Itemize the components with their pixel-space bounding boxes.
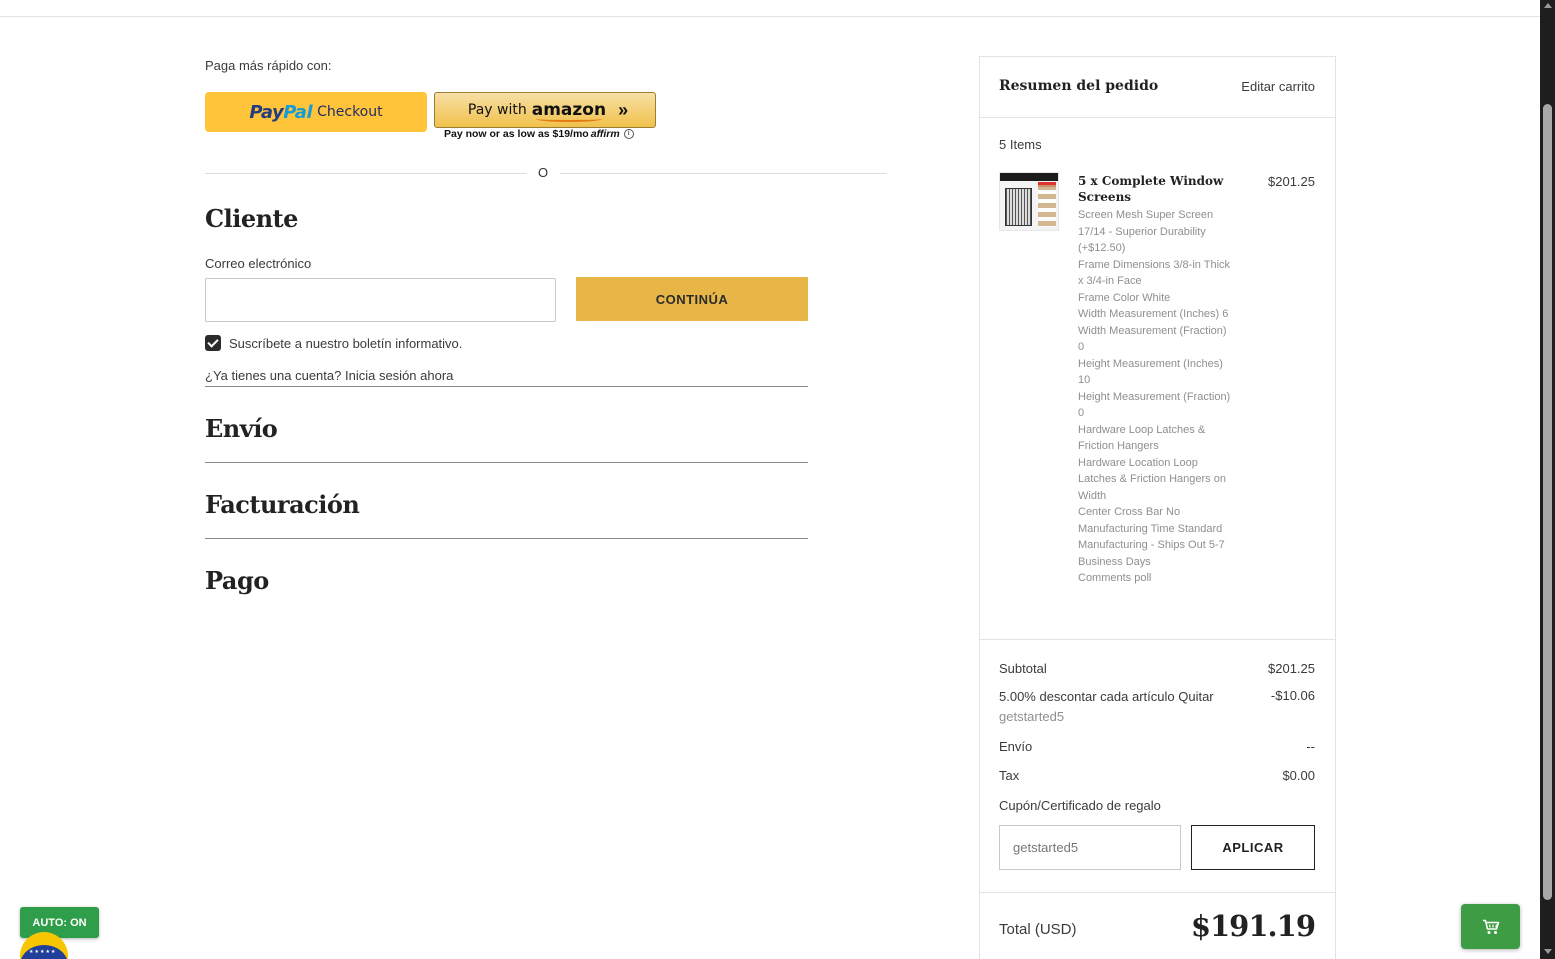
- subtotal-value: $201.25: [1268, 661, 1315, 676]
- paypal-logo: PayPal: [249, 101, 313, 123]
- scroll-down-arrow-icon[interactable]: [1544, 949, 1552, 954]
- product-options: Screen Mesh Super Screen 17/14 - Superio…: [1078, 207, 1233, 587]
- divider-line-right: [560, 173, 887, 174]
- subtotal-label: Subtotal: [999, 661, 1047, 676]
- apply-coupon-button[interactable]: APLICAR: [1191, 825, 1315, 870]
- shipping-section-divider: [205, 462, 808, 463]
- email-label: Correo electrónico: [205, 256, 312, 271]
- signin-prompt: ¿Ya tienes una cuenta? Inicia sesión aho…: [205, 368, 453, 383]
- product-option: Width Measurement (Inches) 6: [1078, 308, 1229, 320]
- product-option: Screen Mesh Super Screen 17/14 - Superio…: [1078, 209, 1214, 254]
- amazon-pay-prefix: Pay with: [467, 102, 527, 118]
- product-option: Comments poll: [1078, 572, 1152, 584]
- affirm-promo-text: Pay now or as low as $19/mo: [444, 128, 589, 140]
- or-divider: O: [205, 165, 887, 180]
- flag-stars: ★★★★★: [29, 949, 57, 955]
- info-icon[interactable]: i: [623, 129, 634, 139]
- scroll-up-arrow-icon[interactable]: [1544, 3, 1552, 8]
- tax-label: Tax: [999, 768, 1020, 783]
- product-name: 5 x Complete Window Screens: [1078, 174, 1224, 204]
- shipping-value: --: [1306, 739, 1315, 754]
- subtotal-row: Subtotal $201.25: [999, 661, 1315, 676]
- amazon-pay-button[interactable]: Pay with amazon »: [434, 92, 656, 128]
- cart-button[interactable]: [1461, 904, 1520, 949]
- affirm-logo: affirm: [590, 128, 620, 140]
- double-chevron-right-icon: »: [618, 99, 628, 120]
- summary-items-divider: [980, 639, 1335, 640]
- page-scrollbar[interactable]: [1540, 0, 1555, 959]
- tax-value: $0.00: [1282, 768, 1315, 783]
- tax-row: Tax $0.00: [999, 768, 1315, 783]
- amazon-logo: amazon: [531, 100, 607, 122]
- product-price: $201.25: [1268, 174, 1315, 189]
- product-option: Hardware Loop Latches & Friction Hangers: [1078, 423, 1206, 453]
- billing-section-title: Facturación: [205, 490, 360, 519]
- product-option: Height Measurement (Fraction) 0: [1078, 390, 1231, 420]
- email-field[interactable]: [205, 278, 556, 322]
- order-summary-title: Resumen del pedido: [999, 78, 1159, 94]
- customer-section-title: Cliente: [205, 204, 298, 233]
- express-checkout-heading: Paga más rápido con:: [205, 58, 332, 73]
- discount-value: -$10.06: [1270, 688, 1315, 703]
- total-label: Total (USD): [999, 921, 1077, 938]
- cart-icon: [1482, 919, 1499, 934]
- auto-mode-badge[interactable]: AUTO: ON: [20, 907, 99, 938]
- discount-label: 5.00% descontar cada artículo: [999, 689, 1175, 704]
- account-question: ¿Ya tienes una cuenta?: [205, 368, 342, 383]
- order-summary: Resumen del pedido Editar carrito 5 Item…: [979, 56, 1336, 959]
- payment-section-title: Pago: [205, 566, 269, 595]
- affirm-promo: Pay now or as low as $19/mo affirm i: [444, 128, 634, 140]
- header-divider: [0, 16, 1540, 17]
- newsletter-label: Suscríbete a nuestro boletín informativo…: [229, 336, 463, 351]
- product-thumbnail: [999, 172, 1059, 231]
- billing-section-divider: [205, 538, 808, 539]
- window-screen-image: [1005, 188, 1032, 226]
- coupon-field[interactable]: getstarted5: [999, 825, 1181, 870]
- shipping-section-title: Envío: [205, 414, 278, 443]
- paypal-checkout-label: Checkout: [317, 104, 383, 120]
- hardware-image: [1038, 185, 1056, 227]
- product-option: Center Cross Bar No: [1078, 506, 1181, 518]
- product-option: Hardware Location Loop Latches & Frictio…: [1078, 456, 1226, 502]
- summary-totals-divider: [980, 892, 1335, 893]
- paypal-checkout-button[interactable]: PayPal Checkout: [205, 92, 427, 132]
- divider-line-left: [205, 173, 527, 174]
- summary-header-divider: [980, 117, 1335, 118]
- remove-discount-link[interactable]: Quitar: [1178, 689, 1213, 704]
- product-option: Height Measurement (Inches) 10: [1078, 357, 1223, 387]
- edit-cart-link[interactable]: Editar carrito: [1241, 79, 1315, 94]
- product-option: Frame Dimensions 3/8-in Thick x 3/4-in F…: [1078, 258, 1231, 288]
- product-option: Width Measurement (Fraction) 0: [1078, 324, 1227, 354]
- shipping-label: Envío: [999, 739, 1033, 754]
- signin-link[interactable]: Inicia sesión ahora: [345, 368, 453, 383]
- shipping-row: Envío --: [999, 739, 1315, 754]
- continue-button[interactable]: CONTINÚA: [576, 277, 808, 321]
- coupon-label: Cupón/Certificado de regalo: [999, 798, 1161, 813]
- discount-row: 5.00% descontar cada artículo Quitar get…: [999, 687, 1315, 727]
- items-count: 5 Items: [999, 137, 1042, 152]
- customer-section-divider: [205, 386, 808, 387]
- thumbnail-header-bar: [1000, 173, 1058, 181]
- product-option: Frame Color White: [1078, 291, 1171, 304]
- total-value: $191.19: [1190, 909, 1316, 943]
- or-label: O: [538, 165, 549, 180]
- product-option: Manufacturing Time Standard Manufacturin…: [1078, 522, 1225, 568]
- newsletter-checkbox[interactable]: [205, 335, 221, 351]
- scrollbar-thumb[interactable]: [1543, 104, 1552, 900]
- discount-code: getstarted5: [999, 709, 1065, 724]
- discount-description: 5.00% descontar cada artículo Quitar get…: [999, 687, 1244, 727]
